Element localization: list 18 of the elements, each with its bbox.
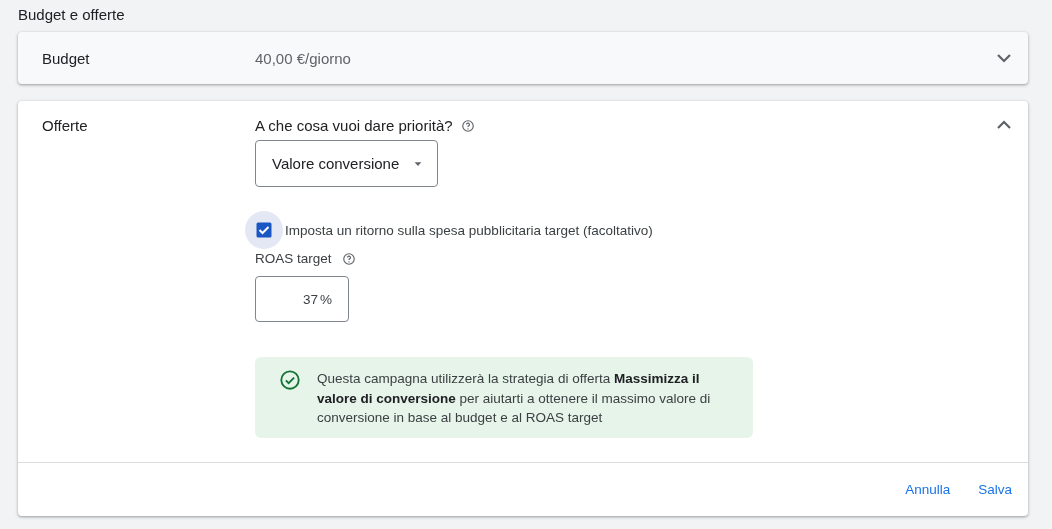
roas-checkbox[interactable] (245, 211, 283, 249)
panel-label: Budget (42, 49, 91, 67)
cancel-button[interactable]: Annulla (895, 475, 961, 503)
budget-panel[interactable]: Budget 40,00 €/giorno (18, 32, 1028, 84)
question-label: A che cosa vuoi dare priorità? (255, 117, 453, 134)
checked-box-icon (255, 221, 273, 239)
check-circle-icon (279, 369, 301, 391)
help-icon[interactable] (341, 251, 356, 266)
checkbox-label: Imposta un ritorno sulla spesa pubblicitaria target (facoltativo) (285, 222, 653, 238)
help-icon[interactable] (460, 118, 475, 133)
info-text: Questa campagna utilizzerà la strategia di offerta Massimizza il valore di conversione per aiutarti a ottenere il massimo valore di conversione in base al budget e al ROAS target (317, 370, 712, 427)
budget-value: 40,00 €/giorno (255, 49, 352, 67)
panel-label: Offerte (42, 117, 89, 134)
roas-label: ROAS target (255, 251, 332, 266)
priority-dropdown[interactable]: Valore conversione (255, 140, 439, 187)
roas-input-field[interactable]: 37% (255, 276, 349, 322)
section-title: Budget e offerte (18, 6, 126, 23)
save-button[interactable]: Salva (968, 475, 1022, 503)
